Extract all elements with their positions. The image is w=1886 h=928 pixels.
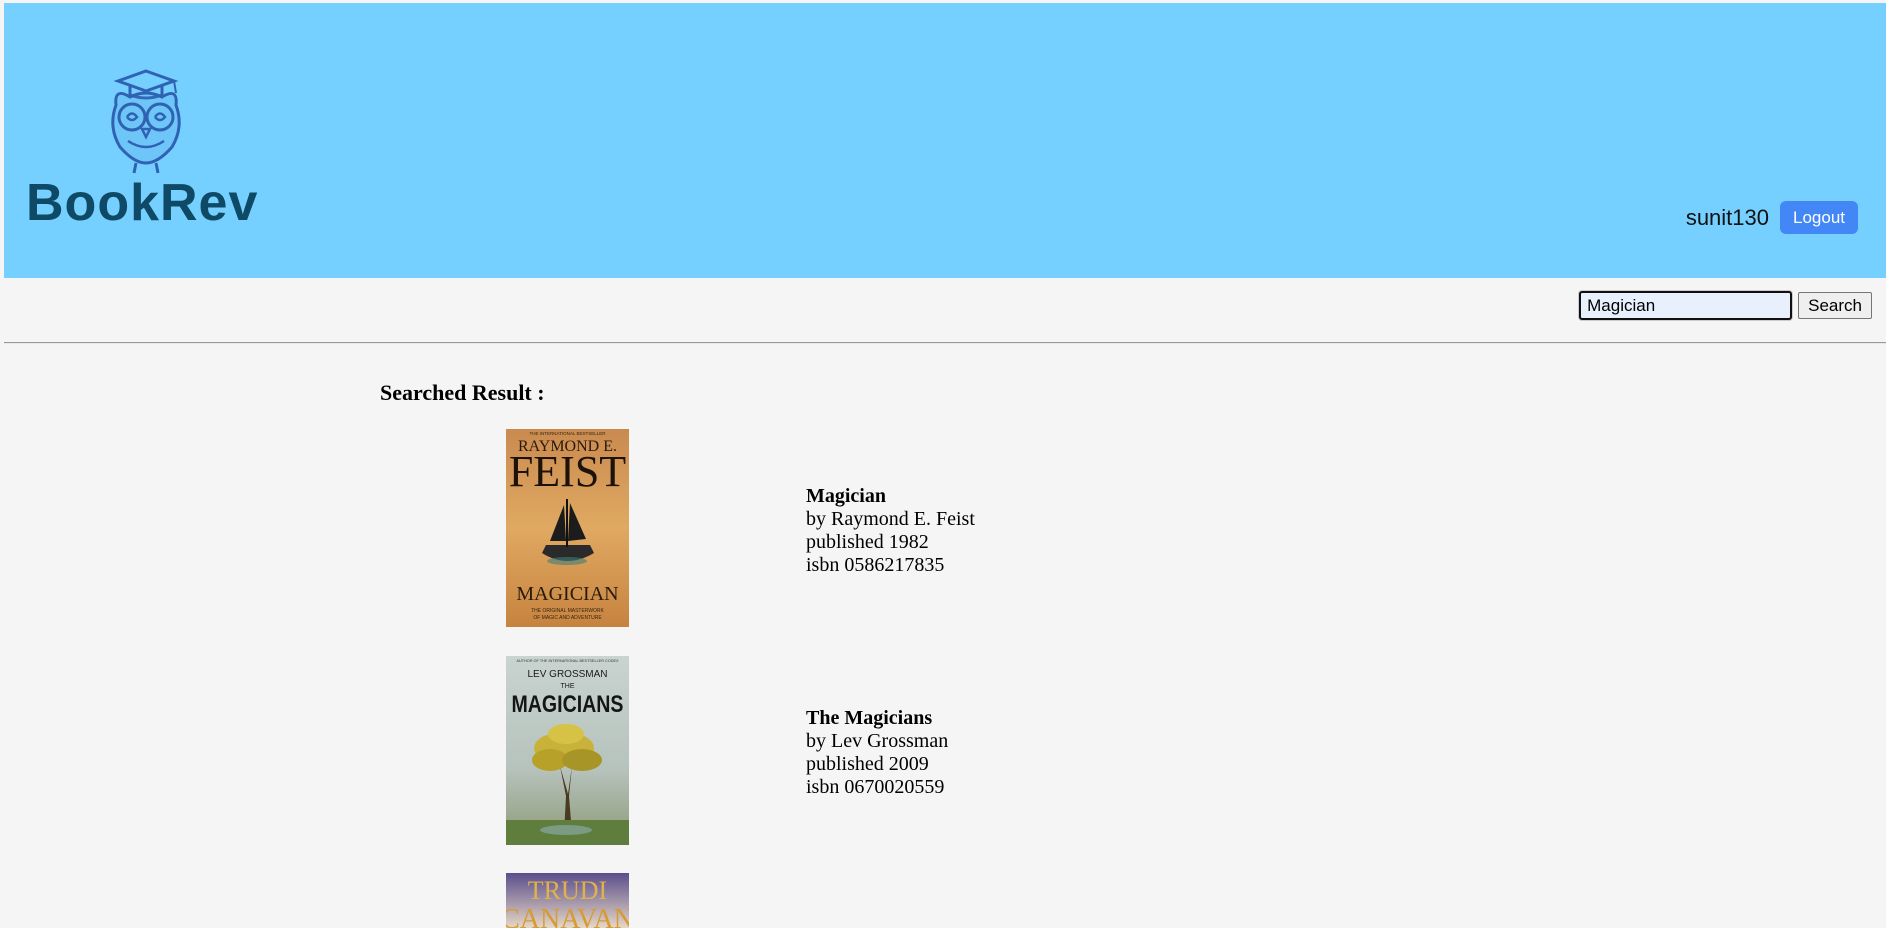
search-input[interactable]	[1579, 291, 1793, 320]
svg-text:THE: THE	[561, 683, 575, 690]
book-cover[interactable]: AUTHOR OF THE INTERNATIONAL BESTSELLER C…	[506, 656, 629, 845]
book-isbn: isbn 0586217835	[806, 554, 945, 576]
book-info: The Magicians by Lev Grossman published …	[806, 707, 948, 799]
brand-name: BookRev	[26, 174, 259, 232]
result-item: THE INTERNATIONAL BESTSELLER RAYMOND E. …	[506, 429, 1026, 629]
user-area: sunit130 Logout	[1686, 201, 1858, 234]
svg-text:FEIST: FEIST	[509, 447, 626, 496]
svg-text:THE INTERNATIONAL BESTSELLER: THE INTERNATIONAL BESTSELLER	[529, 431, 606, 436]
svg-text:OF MAGIC AND ADVENTURE: OF MAGIC AND ADVENTURE	[533, 615, 602, 621]
svg-text:CANAVAN: CANAVAN	[506, 904, 629, 928]
book-isbn: isbn 0670020559	[806, 776, 945, 798]
svg-text:MAGICIAN: MAGICIAN	[516, 583, 618, 605]
book-published: published 2009	[806, 753, 929, 775]
results-heading: Searched Result :	[380, 380, 545, 405]
book-title[interactable]: The Magicians	[806, 707, 948, 730]
search-button[interactable]: Search	[1798, 292, 1872, 319]
site-header: BookRev sunit130 Logout	[4, 3, 1886, 278]
book-title[interactable]: Magician	[806, 485, 975, 508]
search-bar: Search	[1579, 291, 1872, 320]
svg-text:LEV GROSSMAN: LEV GROSSMAN	[527, 669, 607, 680]
svg-text:MAGICIANS: MAGICIANS	[512, 691, 624, 718]
result-item: TRUDI CANAVAN	[506, 873, 1026, 928]
book-cover[interactable]: THE INTERNATIONAL BESTSELLER RAYMOND E. …	[506, 429, 629, 627]
result-item: AUTHOR OF THE INTERNATIONAL BESTSELLER C…	[506, 656, 1026, 846]
book-published: published 1982	[806, 531, 929, 553]
divider	[4, 342, 1886, 344]
username: sunit130	[1685, 204, 1769, 230]
svg-text:THE ORIGINAL MASTERWORK: THE ORIGINAL MASTERWORK	[531, 608, 604, 614]
book-author: by Raymond E. Feist	[806, 508, 975, 530]
logout-button[interactable]: Logout	[1780, 201, 1858, 234]
book-cover[interactable]: TRUDI CANAVAN	[506, 873, 629, 928]
book-author: by Lev Grossman	[806, 730, 949, 752]
svg-text:AUTHOR OF THE INTERNATIONAL BE: AUTHOR OF THE INTERNATIONAL BESTSELLER C…	[516, 659, 619, 663]
owl-graduate-icon	[111, 69, 181, 174]
svg-text:TRUDI: TRUDI	[528, 876, 607, 905]
book-info: Magician by Raymond E. Feist published 1…	[806, 485, 975, 577]
bookrev-logo[interactable]: BookRev	[26, 63, 266, 233]
